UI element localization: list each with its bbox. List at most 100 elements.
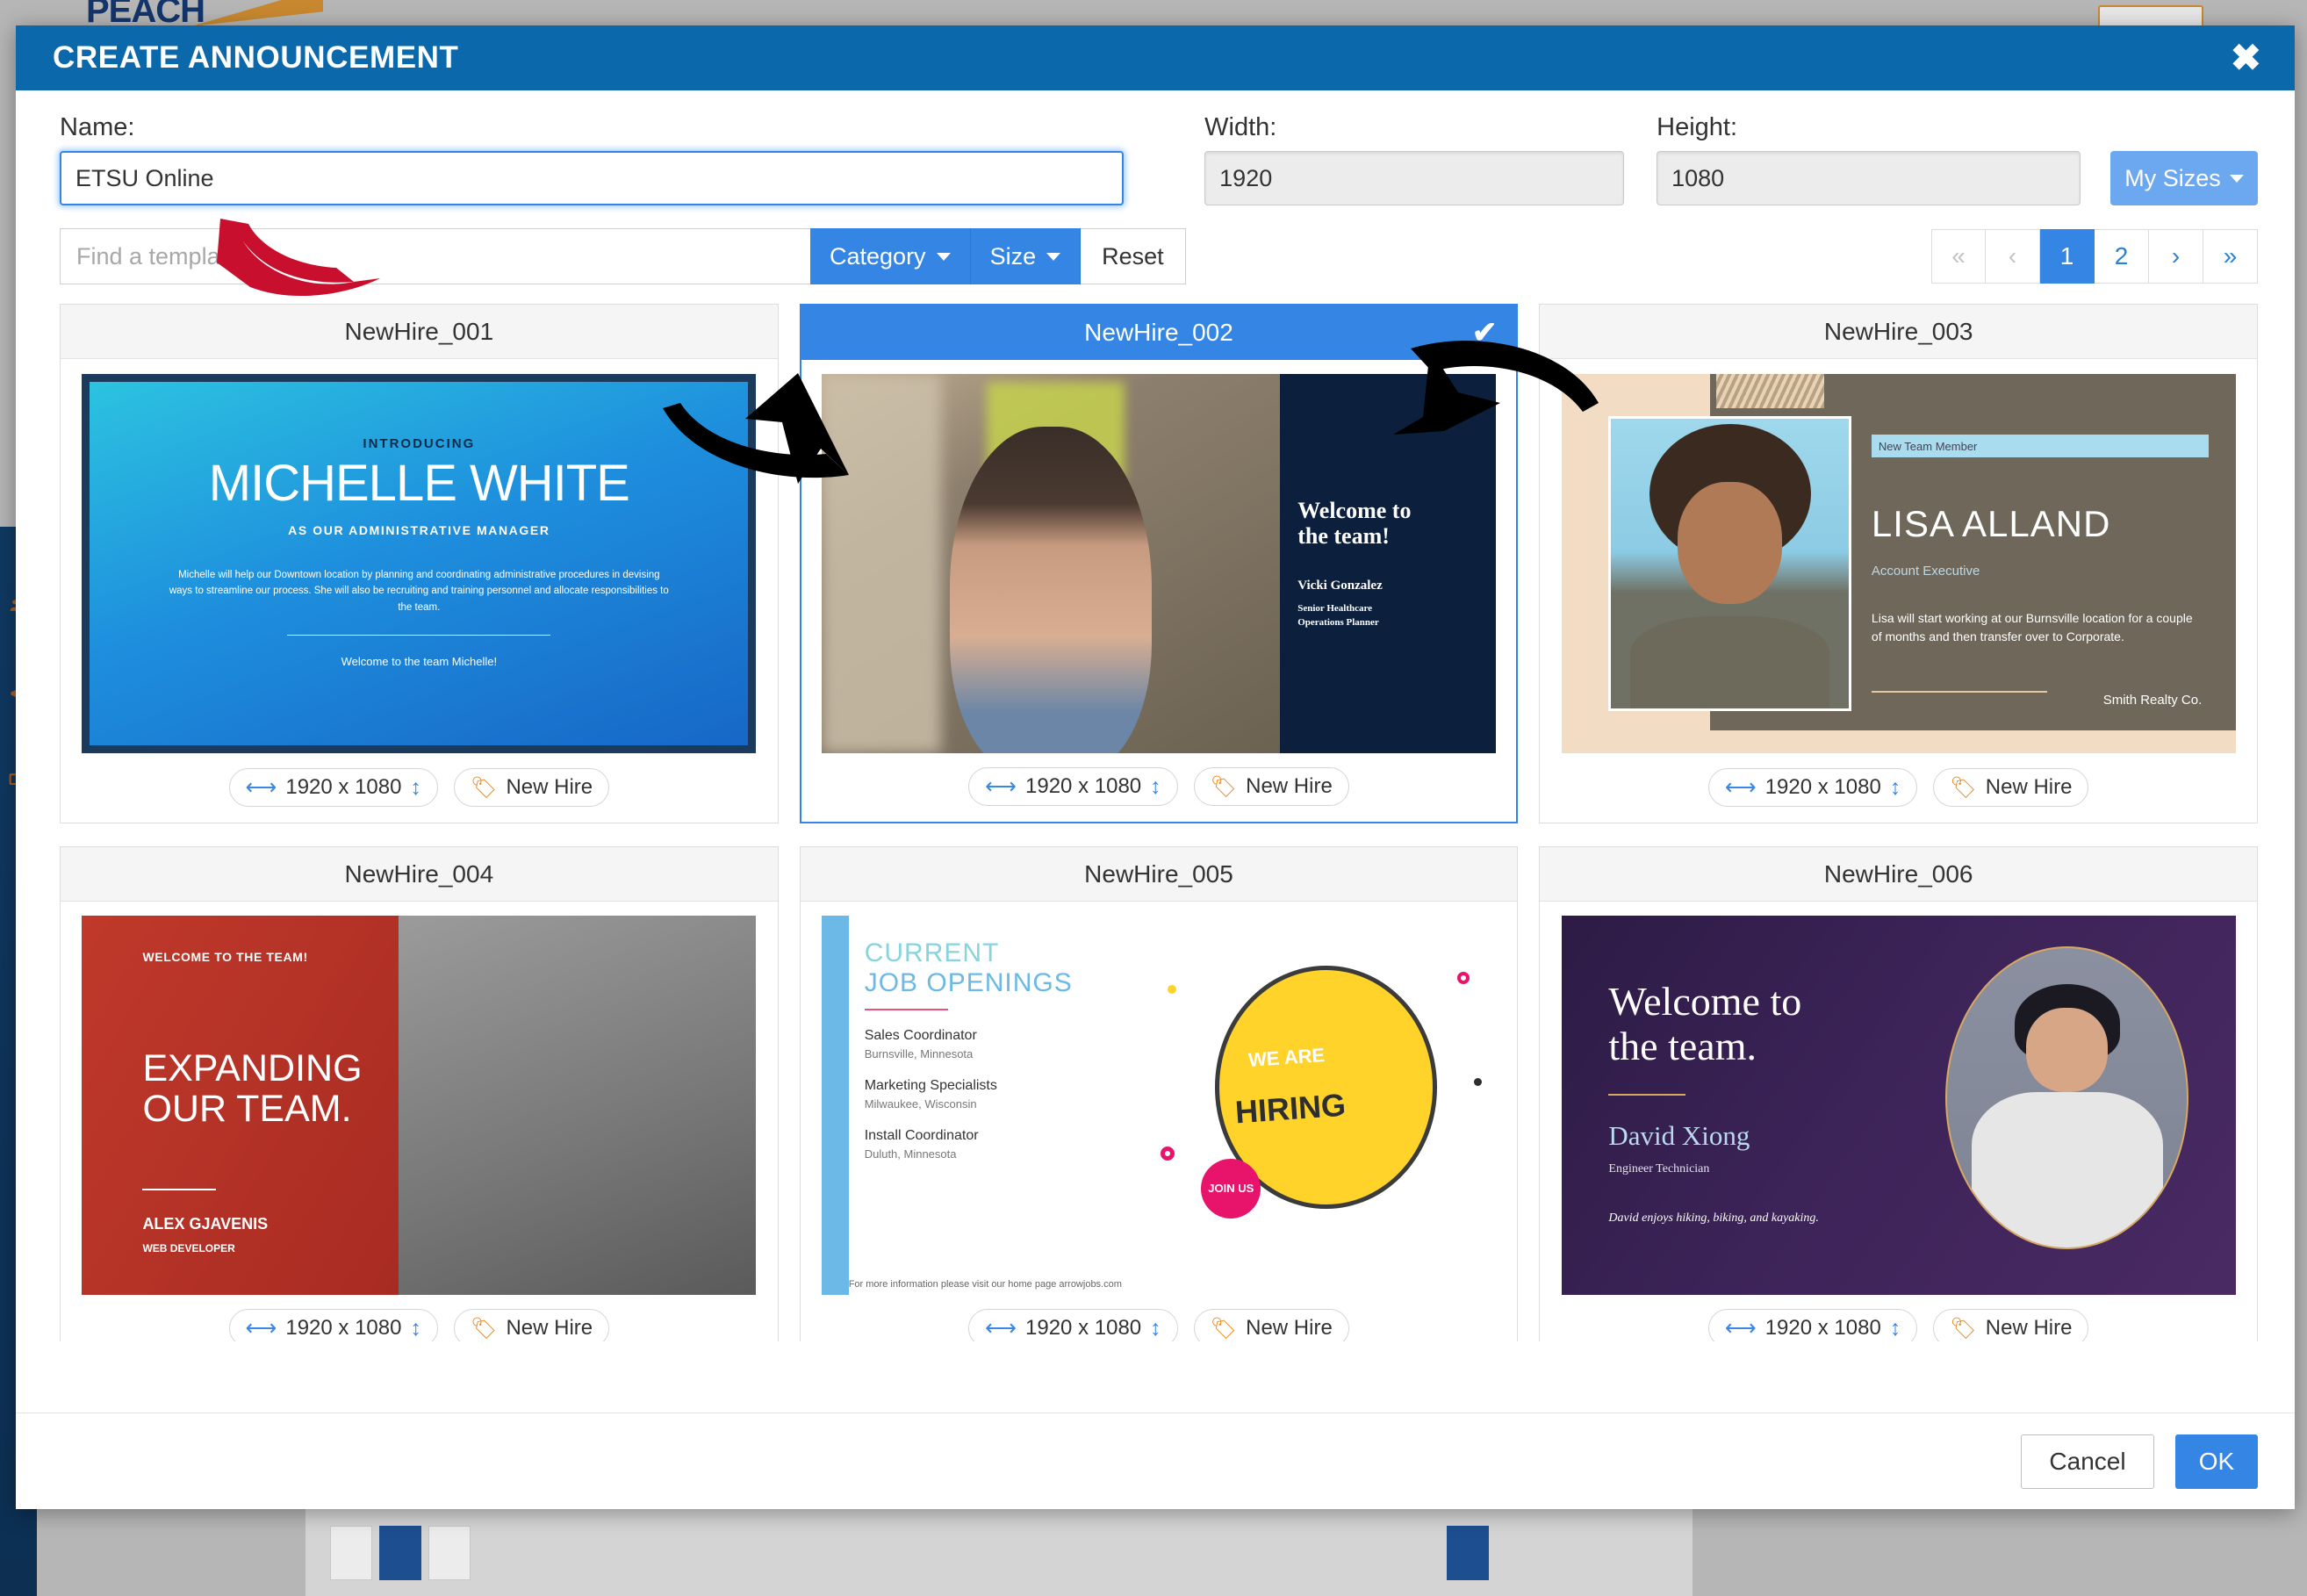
size-badge: ⟷ 1920 x 1080 ↕ xyxy=(228,768,438,807)
poster-company: Smith Realty Co. xyxy=(2102,693,2203,708)
poster-photo-navy: Welcome to the team! Vicki Gonzalez Seni… xyxy=(821,374,1496,753)
create-announcement-dialog: CREATE ANNOUNCEMENT ✖ Name: Width: Heigh… xyxy=(16,25,2295,1509)
poster-role: Account Executive xyxy=(1871,564,1980,579)
size-badge-label: 1920 x 1080 xyxy=(285,1316,402,1340)
tag-badge: 🏷 New Hire xyxy=(1933,768,2089,807)
poster-divider xyxy=(287,635,551,636)
pagination: « ‹ 1 2 › » xyxy=(1931,229,2258,284)
poster-photo xyxy=(1945,945,2188,1250)
template-grid: NewHire_001 INTRODUCING MICHELLE WHITE A… xyxy=(60,304,2258,1341)
background-page-button[interactable] xyxy=(330,1526,372,1580)
poster-role: Senior Healthcare Operations Planner xyxy=(1297,603,1379,628)
template-name: NewHire_004 xyxy=(344,859,494,888)
height-input[interactable] xyxy=(1657,151,2081,205)
poster-role: Engineer Technician xyxy=(1608,1161,1710,1175)
poster-headline: Welcome to the team. xyxy=(1608,979,1802,1069)
close-icon[interactable]: ✖ xyxy=(2231,40,2261,76)
search-input[interactable] xyxy=(60,228,810,284)
template-card-header: NewHire_006 xyxy=(1540,847,2257,902)
dialog-footer: Cancel OK xyxy=(16,1413,2295,1509)
tag-icon: 🏷 xyxy=(1210,774,1238,799)
tag-badge: 🏷 New Hire xyxy=(453,768,610,807)
pagination-page-1[interactable]: 1 xyxy=(2040,229,2095,284)
dialog-body: Name: Width: Height: My Sizes Category xyxy=(16,90,2295,1413)
poster-eyebrow: INTRODUCING xyxy=(363,436,476,451)
bubble-line-2: HIRING xyxy=(1233,1086,1347,1131)
poster-photo xyxy=(1608,415,1851,712)
template-badges: ⟷ 1920 x 1080 ↕ 🏷 New Hire xyxy=(1540,1295,2257,1341)
my-sizes-button[interactable]: My Sizes xyxy=(2110,151,2259,205)
join-us-badge: JOIN US xyxy=(1201,1158,1261,1219)
height-field-group: Height: xyxy=(1657,113,2081,205)
template-name: NewHire_002 xyxy=(1084,318,1233,346)
reset-button[interactable]: Reset xyxy=(1081,228,1186,284)
cancel-button[interactable]: Cancel xyxy=(2021,1434,2154,1489)
tag-icon: 🏷 xyxy=(470,1316,498,1341)
tag-badge: 🏷 New Hire xyxy=(1933,1309,2089,1341)
poster-eyebrow: WELCOME TO THE TEAM! xyxy=(142,949,308,964)
poster-name: MICHELLE WHITE xyxy=(208,455,630,512)
poster-introducing-blue: INTRODUCING MICHELLE WHITE AS OUR ADMINI… xyxy=(82,374,757,753)
pagination-page-2[interactable]: 2 xyxy=(2095,229,2149,284)
tag-badge: 🏷 New Hire xyxy=(1193,1309,1349,1341)
pagination-next[interactable]: › xyxy=(2149,229,2203,284)
ok-button[interactable]: OK xyxy=(2175,1434,2258,1489)
width-input[interactable] xyxy=(1204,151,1625,205)
poster-tan-brown: New Team Member LISA ALLAND Account Exec… xyxy=(1561,374,2236,753)
template-card-newhire-002[interactable]: NewHire_002 ✔ Welcome to the team! Vicki… xyxy=(799,304,1519,823)
template-preview: Welcome to the team! Vicki Gonzalez Seni… xyxy=(801,360,1517,753)
template-card-newhire-006[interactable]: NewHire_006 Welcome to the team. David X… xyxy=(1539,846,2258,1341)
tag-icon: 🏷 xyxy=(1210,1316,1238,1341)
pagination-last[interactable]: » xyxy=(2203,229,2258,284)
tag-icon: 🏷 xyxy=(1950,1316,1977,1341)
height-label: Height: xyxy=(1657,113,1738,141)
template-search-group: Category Size Reset xyxy=(60,228,1186,284)
background-page-button[interactable] xyxy=(428,1526,471,1580)
arrow-horizontal-icon: ⟷ xyxy=(245,775,277,800)
poster-headline: Welcome to the team! xyxy=(1297,498,1412,550)
tag-icon: 🏷 xyxy=(1950,775,1977,800)
arrow-horizontal-icon: ⟷ xyxy=(985,1316,1017,1341)
template-card-newhire-004[interactable]: NewHire_004 WELCOME TO THE TEAM! EXPANDI… xyxy=(60,846,779,1341)
poster-purple-oval: Welcome to the team. David Xiong Enginee… xyxy=(1561,916,2236,1295)
template-badges: ⟷ 1920 x 1080 ↕ 🏷 New Hire xyxy=(61,1295,778,1341)
poster-job-openings: CURRENT JOB OPENINGS Sales Coordinator B… xyxy=(821,916,1496,1295)
poster-text-panel: Welcome to the team! Vicki Gonzalez Seni… xyxy=(1280,374,1496,753)
template-card-newhire-003[interactable]: NewHire_003 New Team Member LISA ALLAND … xyxy=(1539,304,2258,823)
name-input[interactable] xyxy=(60,151,1125,205)
tag-badge-label: New Hire xyxy=(506,1316,593,1340)
size-filter-button[interactable]: Size xyxy=(970,228,1082,284)
template-badges: ⟷ 1920 x 1080 ↕ 🏷 New Hire xyxy=(61,754,778,823)
poster-photo xyxy=(821,374,1281,753)
name-field-group: Name: xyxy=(60,113,1125,205)
template-card-newhire-005[interactable]: NewHire_005 CURRENT JOB OPENINGS Sales C… xyxy=(799,846,1519,1341)
template-preview: CURRENT JOB OPENINGS Sales Coordinator B… xyxy=(801,902,1518,1295)
tag-badge: 🏷 New Hire xyxy=(453,1309,610,1341)
poster-body: Lisa will start working at our Burnsvill… xyxy=(1871,610,2193,643)
my-sizes-label: My Sizes xyxy=(2124,164,2221,191)
size-badge: ⟷ 1920 x 1080 ↕ xyxy=(968,1309,1178,1341)
pagination-first[interactable]: « xyxy=(1931,229,1986,284)
template-preview: New Team Member LISA ALLAND Account Exec… xyxy=(1540,359,2257,754)
poster-name: LISA ALLAND xyxy=(1871,502,2111,544)
template-badges: ⟷ 1920 x 1080 ↕ 🏷 New Hire xyxy=(1540,754,2257,823)
background-action-button[interactable] xyxy=(1447,1526,1489,1580)
chevron-down-icon xyxy=(2229,174,2244,183)
category-filter-button[interactable]: Category xyxy=(810,228,971,284)
arrow-vertical-icon: ↕ xyxy=(1889,1315,1901,1341)
size-badge-label: 1920 x 1080 xyxy=(1025,774,1142,798)
category-filter-label: Category xyxy=(830,242,926,270)
arrow-vertical-icon: ↕ xyxy=(410,774,421,800)
tag-badge: 🏷 New Hire xyxy=(1193,767,1349,806)
check-icon: ✔ xyxy=(1471,315,1498,349)
background-page-button-active[interactable] xyxy=(379,1526,421,1580)
template-card-newhire-001[interactable]: NewHire_001 INTRODUCING MICHELLE WHITE A… xyxy=(60,304,779,823)
pagination-prev[interactable]: ‹ xyxy=(1986,229,2040,284)
tag-badge-label: New Hire xyxy=(1985,1316,2073,1340)
poster-headline: EXPANDING OUR TEAM. xyxy=(142,1047,363,1131)
width-label: Width: xyxy=(1204,113,1277,141)
poster-bio: David enjoys hiking, biking, and kayakin… xyxy=(1608,1211,1819,1225)
tag-badge-label: New Hire xyxy=(506,775,593,799)
arrow-horizontal-icon: ⟷ xyxy=(985,774,1017,799)
template-name: NewHire_005 xyxy=(1084,859,1233,888)
